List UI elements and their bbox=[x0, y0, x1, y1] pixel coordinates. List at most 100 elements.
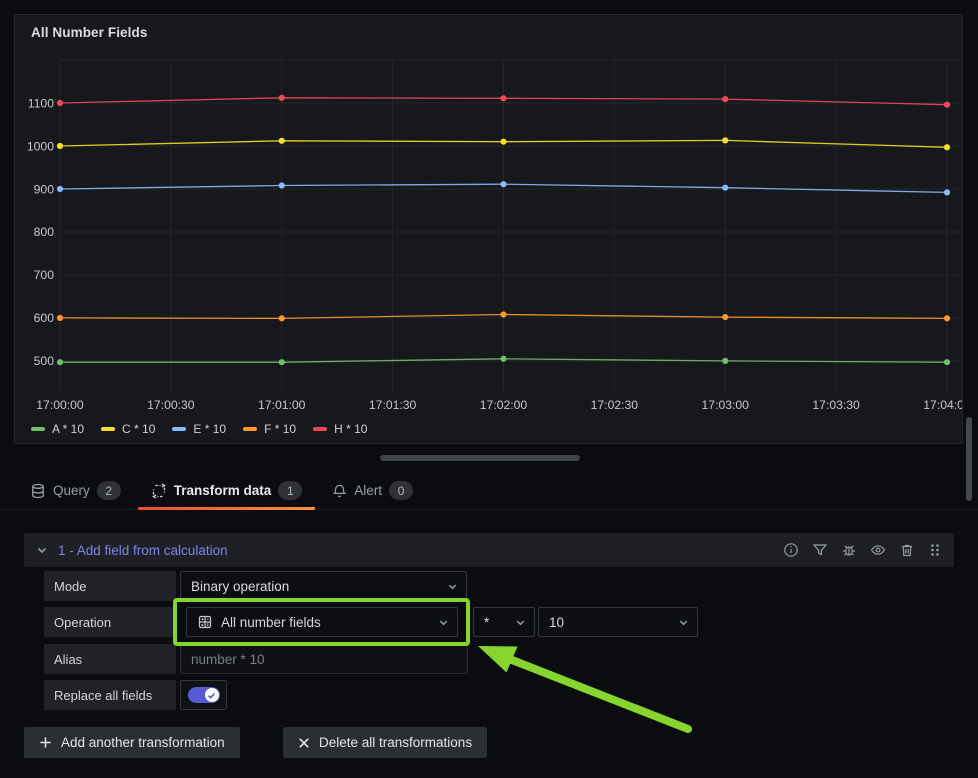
tab-alert[interactable]: Alert 0 bbox=[332, 472, 413, 510]
legend-swatch bbox=[172, 427, 186, 431]
replace-all-fields-label: Replace all fields bbox=[44, 680, 176, 710]
legend-item[interactable]: H * 10 bbox=[313, 422, 367, 436]
plus-icon bbox=[39, 736, 52, 749]
y-tick-label: 500 bbox=[34, 354, 55, 368]
y-tick-label: 900 bbox=[34, 182, 55, 196]
x-tick-label: 17:02:00 bbox=[480, 398, 528, 412]
series-point[interactable] bbox=[57, 143, 63, 149]
series-point[interactable] bbox=[722, 185, 728, 191]
database-icon bbox=[30, 483, 46, 499]
x-tick-label: 17:01:00 bbox=[258, 398, 306, 412]
tab-query[interactable]: Query 2 bbox=[30, 472, 121, 510]
alias-label: Alias bbox=[44, 644, 176, 674]
legend-label: H * 10 bbox=[334, 422, 367, 436]
legend-item[interactable]: F * 10 bbox=[243, 422, 296, 436]
chevron-down-icon bbox=[515, 617, 526, 628]
series-point[interactable] bbox=[279, 359, 285, 365]
series-point[interactable] bbox=[944, 189, 950, 195]
series-point[interactable] bbox=[500, 311, 506, 317]
legend-swatch bbox=[313, 427, 327, 431]
series-point[interactable] bbox=[500, 181, 506, 187]
legend-item[interactable]: C * 10 bbox=[101, 422, 155, 436]
operation-label: Operation bbox=[44, 607, 176, 637]
x-tick-label: 17:03:30 bbox=[812, 398, 860, 412]
tab-alert-badge: 0 bbox=[389, 481, 413, 500]
toggle-knob bbox=[205, 688, 219, 702]
operator-select[interactable]: * bbox=[473, 607, 535, 637]
series-point[interactable] bbox=[57, 315, 63, 321]
x-tick-label: 17:01:30 bbox=[369, 398, 417, 412]
series-point[interactable] bbox=[722, 314, 728, 320]
series-point[interactable] bbox=[944, 315, 950, 321]
legend-item[interactable]: E * 10 bbox=[172, 422, 226, 436]
info-circle-icon[interactable] bbox=[783, 542, 799, 558]
transformation-header: 1 - Add field from calculation bbox=[24, 533, 954, 567]
operation-left-select[interactable]: All number fields bbox=[186, 607, 458, 637]
x-icon bbox=[298, 737, 310, 749]
replace-all-fields-toggle[interactable] bbox=[180, 680, 227, 710]
series-point[interactable] bbox=[57, 100, 63, 106]
process-icon bbox=[151, 483, 167, 499]
series-point[interactable] bbox=[944, 144, 950, 150]
alias-input[interactable] bbox=[191, 652, 457, 667]
series-point[interactable] bbox=[500, 356, 506, 362]
mode-label: Mode bbox=[44, 571, 176, 601]
legend-label: F * 10 bbox=[264, 422, 296, 436]
chevron-down-icon bbox=[447, 581, 458, 592]
y-tick-label: 700 bbox=[34, 268, 55, 282]
x-tick-label: 17:00:00 bbox=[36, 398, 84, 412]
legend-swatch bbox=[243, 427, 257, 431]
legend-label: C * 10 bbox=[122, 422, 155, 436]
active-tab-underline bbox=[138, 507, 316, 510]
panel-resize-handle[interactable] bbox=[380, 455, 580, 461]
series-point[interactable] bbox=[500, 139, 506, 145]
series-point[interactable] bbox=[722, 358, 728, 364]
y-tick-label: 1100 bbox=[28, 96, 54, 110]
chart-canvas[interactable]: 17:00:0017:00:3017:01:0017:01:3017:02:00… bbox=[15, 15, 963, 444]
transformation-title[interactable]: 1 - Add field from calculation bbox=[58, 543, 228, 558]
series-point[interactable] bbox=[722, 137, 728, 143]
series-point[interactable] bbox=[279, 315, 285, 321]
series-point[interactable] bbox=[279, 138, 285, 144]
trash-icon[interactable] bbox=[899, 542, 915, 558]
tab-transform-data[interactable]: Transform data 1 bbox=[151, 472, 303, 510]
calculator-icon bbox=[197, 614, 213, 630]
operand-select[interactable]: 10 bbox=[538, 607, 698, 637]
bug-icon[interactable] bbox=[841, 542, 857, 558]
series-point[interactable] bbox=[500, 95, 506, 101]
editor-tabbar: Query 2 Transform data 1 Alert 0 bbox=[0, 472, 978, 510]
series-point[interactable] bbox=[944, 102, 950, 108]
y-tick-label: 800 bbox=[34, 225, 55, 239]
y-tick-label: 600 bbox=[34, 311, 55, 325]
legend-item[interactable]: A * 10 bbox=[31, 422, 84, 436]
chevron-down-icon bbox=[678, 617, 689, 628]
operation-left-value: All number fields bbox=[221, 615, 321, 630]
filter-icon[interactable] bbox=[812, 542, 828, 558]
eye-icon[interactable] bbox=[870, 542, 886, 558]
timeseries-panel: All Number Fields 17:00:0017:00:3017:01:… bbox=[14, 14, 963, 444]
tab-query-label: Query bbox=[53, 483, 90, 498]
series-point[interactable] bbox=[57, 359, 63, 365]
series-point[interactable] bbox=[279, 95, 285, 101]
alias-input-wrapper bbox=[180, 644, 468, 674]
operand-value: 10 bbox=[549, 615, 564, 630]
y-tick-label: 1000 bbox=[27, 139, 54, 153]
x-tick-label: 17:02:30 bbox=[591, 398, 639, 412]
bell-icon bbox=[332, 483, 347, 499]
chevron-down-icon bbox=[438, 617, 449, 628]
series-point[interactable] bbox=[57, 186, 63, 192]
legend-label: A * 10 bbox=[52, 422, 84, 436]
tab-transform-data-badge: 1 bbox=[278, 481, 302, 500]
add-transformation-button[interactable]: Add another transformation bbox=[24, 727, 240, 758]
chevron-down-icon[interactable] bbox=[36, 544, 48, 556]
legend-label: E * 10 bbox=[193, 422, 226, 436]
series-point[interactable] bbox=[279, 182, 285, 188]
toggle-pill bbox=[188, 687, 220, 703]
series-point[interactable] bbox=[944, 359, 950, 365]
delete-all-transformations-button[interactable]: Delete all transformations bbox=[283, 727, 487, 758]
series-point[interactable] bbox=[722, 96, 728, 102]
mode-select[interactable]: Binary operation bbox=[180, 571, 467, 601]
grip-icon[interactable] bbox=[928, 542, 942, 558]
transformation-actions bbox=[783, 542, 942, 558]
panel-title: All Number Fields bbox=[31, 25, 147, 40]
